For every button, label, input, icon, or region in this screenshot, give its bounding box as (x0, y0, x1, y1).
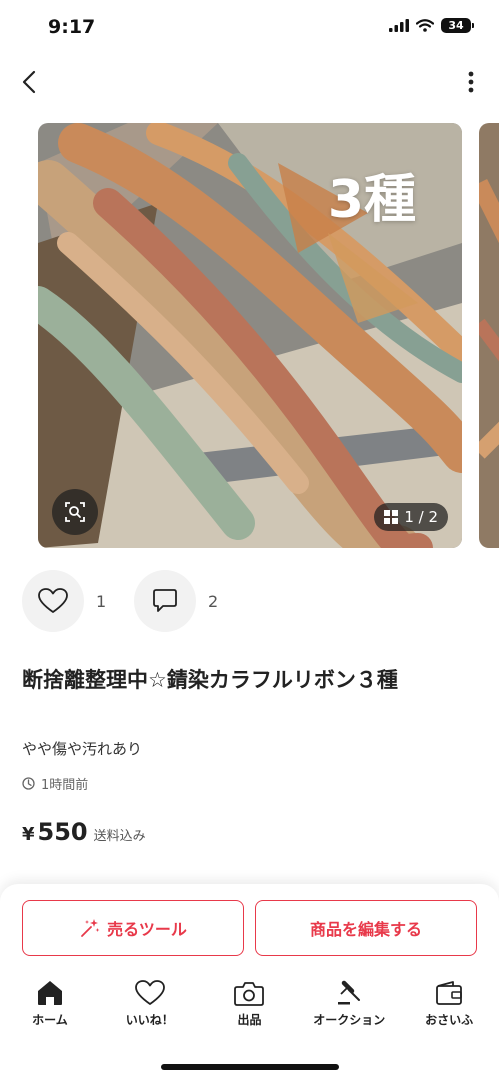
posted-time: 1時間前 (22, 774, 88, 793)
heart-icon (134, 980, 165, 1005)
social-row: 1 2 (22, 570, 232, 632)
tab-likes[interactable]: いいね！ (100, 980, 200, 1040)
price-value: 550 (37, 818, 88, 846)
tab-home-label: ホーム (32, 1013, 68, 1027)
tab-home[interactable]: ホーム (0, 980, 100, 1040)
tab-sell[interactable]: 出品 (200, 980, 300, 1040)
battery-icon: 34 (441, 18, 474, 33)
comment-count: 2 (208, 591, 219, 611)
more-vertical-icon (468, 71, 474, 93)
tab-wallet-label: おさいふ (425, 1013, 474, 1027)
price-row: ¥ 550 送料込み (22, 818, 146, 846)
tab-bar: ホーム いいね！ 出品 オークション おさいふ (0, 980, 499, 1040)
home-icon (37, 981, 62, 1005)
edit-item-button[interactable]: 商品を編集する (255, 900, 477, 956)
like-count: 1 (96, 591, 107, 611)
edit-item-label: 商品を編集する (309, 920, 422, 939)
camera-icon (234, 982, 265, 1006)
product-condition: やや傷や汚れあり (22, 740, 143, 758)
shipping-note: 送料込み (93, 829, 146, 844)
product-title: 断捨離整理中☆錆染カラフルリボン３種 (22, 668, 398, 692)
page-indicator: 1 / 2 (374, 503, 448, 531)
wifi-icon (416, 19, 434, 32)
nav-header (0, 56, 499, 108)
zoom-search-icon (65, 502, 85, 522)
comment-icon (153, 589, 177, 612)
chevron-left-icon (22, 70, 36, 94)
tab-likes-label: いいね！ (125, 1013, 174, 1027)
comment-button[interactable] (134, 570, 196, 632)
price-currency: ¥ (22, 824, 35, 845)
status-icons: 34 (389, 18, 474, 33)
bottom-action-panel: 売るツール 商品を編集する ホーム いいね！ 出品 オークション おさいふ (0, 884, 499, 1080)
tab-auction-label: オークション (313, 1013, 386, 1027)
signal-icon (389, 19, 409, 32)
sell-tool-button[interactable]: 売るツール (22, 900, 244, 956)
tab-auction[interactable]: オークション (299, 980, 399, 1040)
home-indicator (161, 1064, 339, 1070)
next-photo-image (479, 123, 499, 548)
heart-outline-icon (38, 588, 68, 613)
tab-wallet[interactable]: おさいふ (399, 980, 499, 1040)
page-indicator-text: 1 / 2 (404, 508, 438, 526)
product-photo[interactable]: 3種 1 / 2 (38, 123, 462, 548)
like-button[interactable] (22, 570, 84, 632)
status-time: 9:17 (48, 16, 96, 38)
wallet-icon (436, 981, 462, 1005)
next-photo-preview[interactable] (479, 123, 499, 548)
photo-carousel[interactable]: 3種 1 / 2 (38, 123, 499, 548)
posted-time-text: 1時間前 (41, 778, 89, 793)
more-menu-button[interactable] (465, 68, 477, 96)
gavel-icon (338, 980, 361, 1005)
tab-sell-label: 出品 (237, 1013, 262, 1027)
sparkle-icon (81, 919, 100, 937)
back-button[interactable] (14, 66, 44, 98)
sell-tool-label: 売るツール (107, 920, 187, 939)
status-bar: 9:17 34 (0, 0, 499, 56)
clock-icon (22, 777, 35, 790)
grid-icon (384, 510, 399, 524)
photo-overlay-text: 3種 (327, 170, 416, 230)
zoom-button[interactable] (52, 489, 98, 535)
